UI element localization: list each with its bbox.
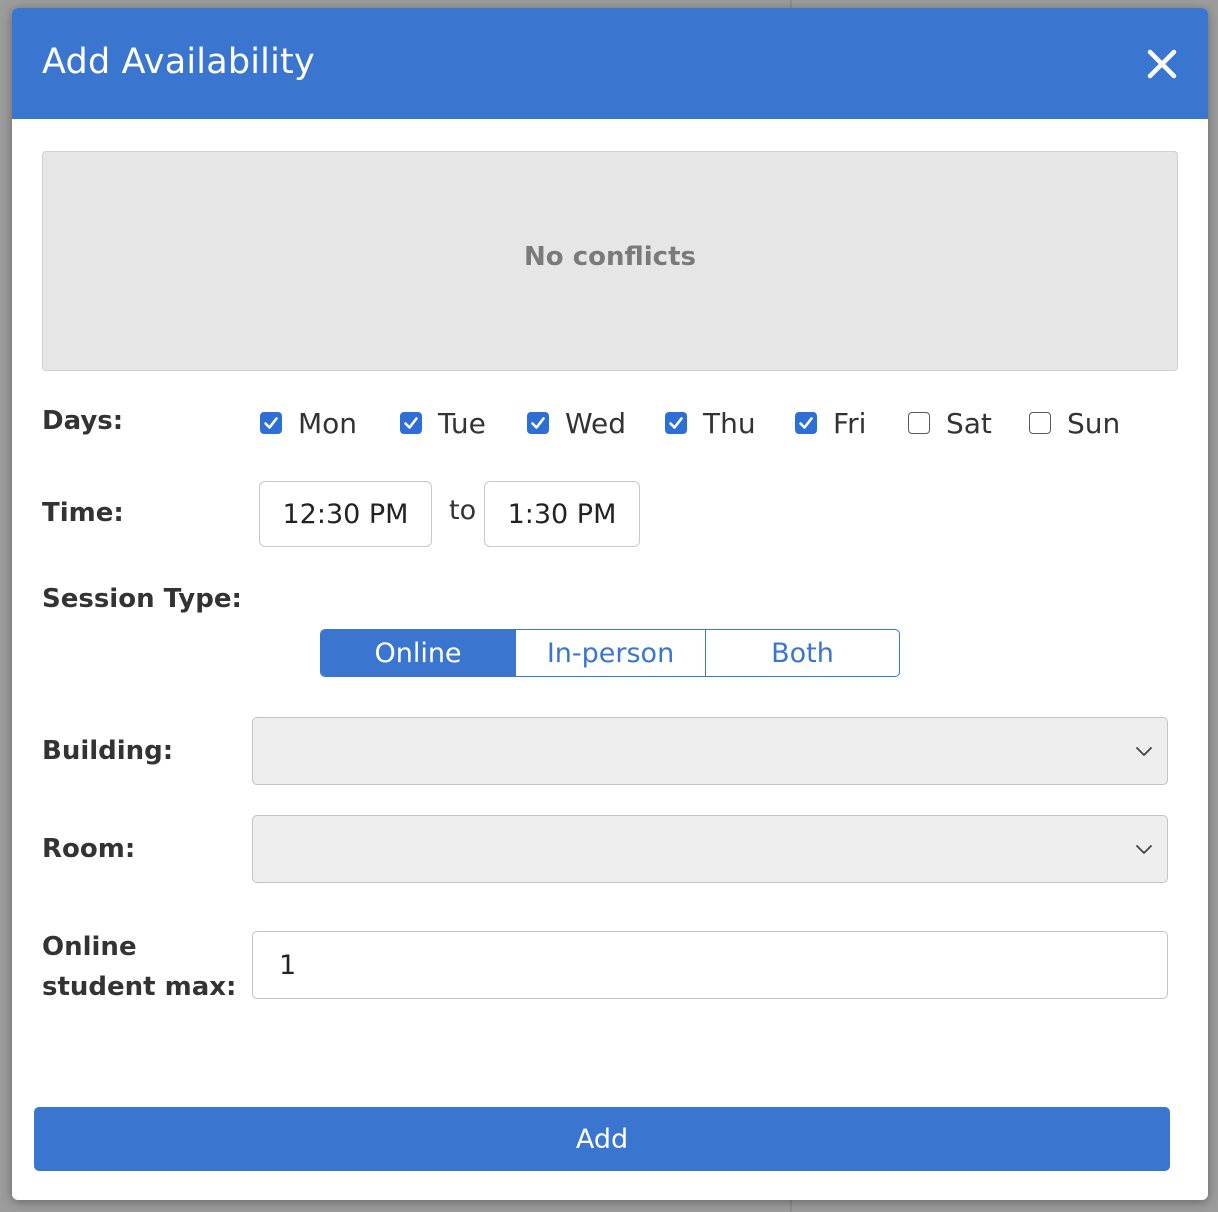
session-type-online[interactable]: Online <box>321 630 515 676</box>
modal-header: Add Availability <box>12 8 1208 119</box>
online-student-max-input[interactable]: 1 <box>252 931 1168 999</box>
days-label: Days: <box>42 406 124 436</box>
day-label: Wed <box>565 406 627 440</box>
day-checkbox-sat[interactable]: Sat <box>908 406 992 440</box>
day-label: Thu <box>703 406 756 440</box>
close-button[interactable] <box>1142 44 1182 84</box>
checkbox-unchecked-icon[interactable] <box>908 412 930 434</box>
online-max-label-line1: Online <box>42 932 137 962</box>
building-select[interactable] <box>252 717 1168 785</box>
add-availability-modal: Add Availability No conflicts Days: Mon … <box>12 8 1208 1200</box>
day-checkbox-sun[interactable]: Sun <box>1029 406 1120 440</box>
session-type-in-person[interactable]: In-person <box>515 630 705 676</box>
online-max-label-line2: student max: <box>42 972 237 1002</box>
checkbox-checked-icon[interactable] <box>260 412 282 434</box>
checkbox-unchecked-icon[interactable] <box>1029 412 1051 434</box>
time-separator: to <box>449 495 477 526</box>
checkbox-checked-icon[interactable] <box>795 412 817 434</box>
day-label: Fri <box>833 406 867 440</box>
session-type-label: Session Type: <box>42 584 242 614</box>
start-time-input[interactable]: 12:30 PM <box>259 481 432 547</box>
modal-title: Add Availability <box>42 42 315 82</box>
close-icon <box>1147 49 1177 79</box>
conflicts-message: No conflicts <box>524 242 696 272</box>
chevron-down-icon <box>1135 840 1153 862</box>
room-select[interactable] <box>252 815 1168 883</box>
day-label: Sat <box>946 406 992 440</box>
add-button[interactable]: Add <box>34 1107 1170 1171</box>
day-checkbox-wed[interactable]: Wed <box>527 406 626 440</box>
day-label: Mon <box>298 406 358 440</box>
room-label: Room: <box>42 834 136 864</box>
checkbox-checked-icon[interactable] <box>400 412 422 434</box>
building-label: Building: <box>42 736 174 766</box>
day-checkbox-tue[interactable]: Tue <box>400 406 486 440</box>
chevron-down-icon <box>1135 742 1153 764</box>
day-checkbox-mon[interactable]: Mon <box>260 406 357 440</box>
end-time-input[interactable]: 1:30 PM <box>484 481 640 547</box>
day-checkbox-thu[interactable]: Thu <box>665 406 756 440</box>
day-label: Tue <box>438 406 486 440</box>
checkbox-checked-icon[interactable] <box>527 412 549 434</box>
conflicts-panel: No conflicts <box>42 151 1178 371</box>
session-type-toggle: Online In-person Both <box>320 629 900 677</box>
session-type-both[interactable]: Both <box>705 630 899 676</box>
checkbox-checked-icon[interactable] <box>665 412 687 434</box>
time-label: Time: <box>42 498 124 528</box>
day-checkbox-fri[interactable]: Fri <box>795 406 866 440</box>
day-label: Sun <box>1067 406 1121 440</box>
